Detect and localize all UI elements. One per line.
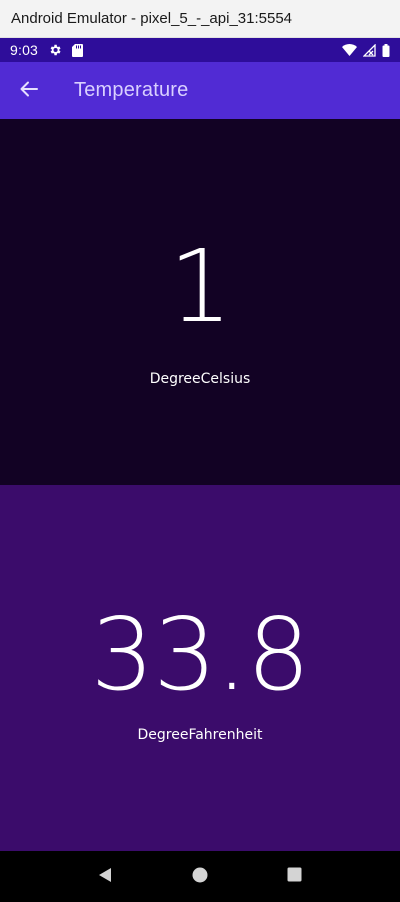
fahrenheit-value: 33.8	[90, 596, 311, 713]
navigation-bar	[0, 851, 400, 902]
arrow-left-icon	[20, 81, 38, 101]
status-time: 9:03	[10, 42, 39, 58]
celsius-panel: 1 DegreeCelsius	[0, 119, 400, 485]
wifi-icon	[342, 44, 357, 56]
back-button[interactable]	[0, 62, 58, 119]
home-circle-icon	[192, 867, 208, 887]
nav-home-button[interactable]	[180, 857, 220, 897]
fahrenheit-unit-label: DegreeFahrenheit	[137, 727, 263, 743]
sd-card-icon	[72, 43, 84, 57]
celsius-unit-label: DegreeCelsius	[149, 371, 251, 387]
page-title: Temperature	[74, 79, 189, 101]
gear-icon	[48, 43, 62, 57]
fahrenheit-panel: 33.8 DegreeFahrenheit	[0, 485, 400, 851]
nav-recents-button[interactable]	[275, 857, 315, 897]
window-title: Android Emulator - pixel_5_-_api_31:5554	[11, 10, 293, 27]
status-bar: 9:03	[0, 38, 400, 62]
cellular-signal-icon	[363, 43, 376, 57]
back-triangle-icon	[97, 867, 113, 887]
recents-square-icon	[287, 867, 302, 886]
battery-icon	[382, 43, 390, 57]
celsius-value: 1	[168, 228, 233, 345]
emulator-frame: Android Emulator - pixel_5_-_api_31:5554…	[0, 0, 400, 902]
nav-back-button[interactable]	[85, 857, 125, 897]
app-bar: Temperature	[0, 62, 400, 119]
window-titlebar: Android Emulator - pixel_5_-_api_31:5554	[0, 0, 400, 38]
